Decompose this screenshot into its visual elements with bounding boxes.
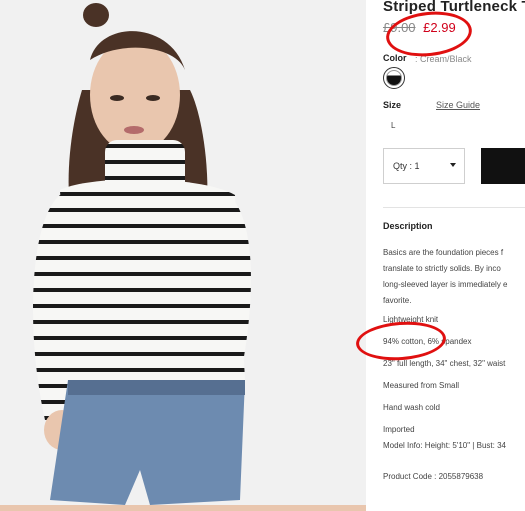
size-label: Size <box>383 100 402 110</box>
color-value: : Cream/Black <box>415 54 472 64</box>
size-guide-link[interactable]: Size Guide <box>436 100 480 110</box>
swatch-fill <box>386 70 402 86</box>
description-line: favorite. <box>383 296 412 305</box>
description-line: translate to strictly solids. By inco <box>383 264 501 273</box>
description-line: Basics are the foundation pieces f <box>383 248 504 257</box>
chevron-down-icon <box>450 163 456 167</box>
product-title: Striped Turtleneck Top <box>383 0 525 15</box>
section-divider <box>383 207 525 208</box>
add-to-bag-button[interactable] <box>481 148 525 184</box>
description-line: long-sleeved layer is immediately e <box>383 280 508 289</box>
product-image[interactable] <box>0 0 366 511</box>
sale-price: £2.99 <box>423 20 456 35</box>
fabric-content: 94% cotton, 6% spandex <box>383 337 472 346</box>
product-code: Product Code : 2055879638 <box>383 472 484 481</box>
original-price: £9.00 <box>383 20 416 35</box>
description-line: 23" full length, 34" chest, 32" waist <box>383 359 506 368</box>
description-line: Model Info: Height: 5'10" | Bust: 34 <box>383 441 506 450</box>
size-option-l[interactable]: L <box>391 121 395 130</box>
description-line: Imported <box>383 425 415 434</box>
description-line: Hand wash cold <box>383 403 440 412</box>
color-swatch-cream-black[interactable] <box>383 67 405 89</box>
quantity-value: Qty : 1 <box>393 161 420 171</box>
description-line: Lightweight knit <box>383 315 439 324</box>
price-row: £9.00 £2.99 <box>383 20 456 35</box>
quantity-select[interactable]: Qty : 1 <box>383 148 465 184</box>
description-line: Measured from Small <box>383 381 460 390</box>
description-heading: Description <box>383 221 433 231</box>
model-photo-illustration <box>0 0 366 511</box>
color-label: Color <box>383 53 407 63</box>
